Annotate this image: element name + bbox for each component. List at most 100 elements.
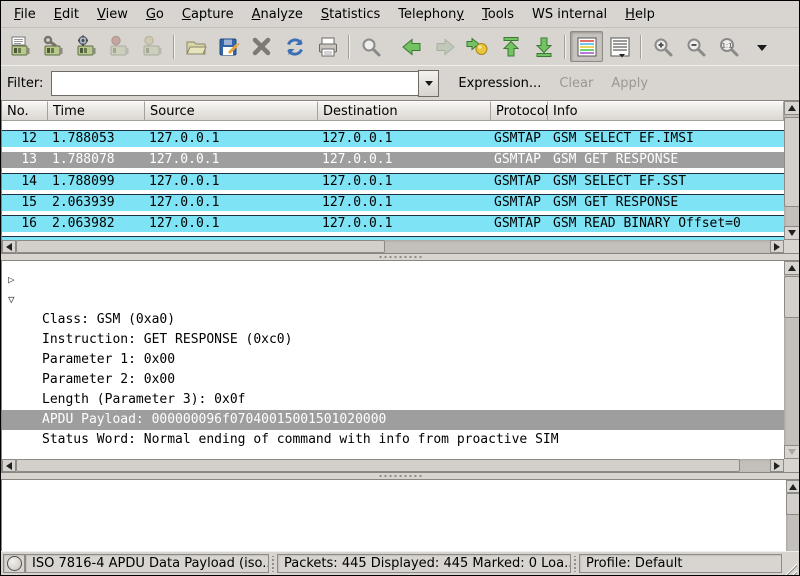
list-interfaces-icon[interactable]: [4, 31, 37, 62]
hex-row-0020[interactable]: 002000 01 cc 46 12 79 00 2e fe 41 02 04 …: [8, 515, 786, 531]
menu-capture[interactable]: Capture: [173, 3, 243, 26]
find-packet-icon[interactable]: [354, 31, 387, 62]
hex-vertical-scrollbar[interactable]: [786, 480, 800, 552]
detail-row-gsm-sim[interactable]: ▽ GSM SIM 11.11: [2, 290, 784, 310]
menu-ws-internal[interactable]: WS internal: [523, 3, 616, 26]
packet-list-pane: No. Time Source Destination Protocol Inf…: [1, 100, 800, 254]
packet-row-13-selected[interactable]: 13 1.788078 127.0.0.1 127.0.0.1 GSMTAP G…: [2, 149, 784, 171]
column-header-destination[interactable]: Destination: [318, 101, 491, 121]
reload-icon[interactable]: [278, 31, 311, 62]
status-packet-counts: Packets: 445 Displayed: 445 Marked: 0 Lo…: [277, 554, 571, 573]
scroll-left-button[interactable]: [2, 240, 16, 253]
scrollbar-thumb[interactable]: [786, 493, 800, 515]
scrollbar-corner: [784, 240, 800, 253]
status-profile[interactable]: Profile: Default: [579, 554, 782, 573]
scrollbar-thumb[interactable]: [16, 459, 740, 472]
detail-row-length[interactable]: Length (Parameter 3): 0x0f: [2, 390, 784, 410]
column-header-no[interactable]: No.: [2, 101, 48, 121]
menu-view[interactable]: View: [88, 3, 137, 26]
capture-start-icon[interactable]: [70, 31, 103, 62]
detail-row-udp[interactable]: ▷ User Datagram Protocol, Src Port: 5229…: [2, 270, 784, 290]
toolbar-separator: [173, 35, 175, 59]
scroll-down-button[interactable]: [784, 445, 800, 459]
detail-row-status-word[interactable]: Status Word: Normal ending of command wi…: [2, 430, 784, 450]
column-header-info[interactable]: Info: [548, 101, 784, 121]
hex-row-0030[interactable]: 003000 00 00 00 00 00 00 00 00 00 a0 c0 …: [8, 531, 786, 547]
packet-list-vertical-scrollbar[interactable]: [784, 101, 800, 240]
menu-edit[interactable]: Edit: [45, 3, 88, 26]
packet-row-15[interactable]: 15 2.063939 127.0.0.1 127.0.0.1 GSMTAP G…: [2, 192, 784, 213]
menu-analyze[interactable]: Analyze: [243, 3, 312, 26]
detail-row-parameter2[interactable]: Parameter 2: 0x00: [2, 370, 784, 390]
apply-button[interactable]: Apply: [602, 71, 657, 96]
detail-row-class[interactable]: Class: GSM (0xa0): [2, 310, 784, 330]
column-header-time[interactable]: Time: [48, 101, 145, 121]
statusbar-grip-icon[interactable]: [270, 556, 276, 572]
expression-button[interactable]: Expression...: [449, 71, 550, 96]
colorize-packets-icon[interactable]: [570, 31, 603, 62]
zoom-out-icon[interactable]: [679, 31, 712, 62]
go-back-icon[interactable]: [395, 31, 428, 62]
window-resize-grip-icon[interactable]: [782, 560, 797, 575]
go-forward-icon[interactable]: [428, 31, 461, 62]
clear-button[interactable]: Clear: [550, 71, 602, 96]
hex-row-0000[interactable]: 000000 00 00 00 00 00 00 00 00 00 00 00 …: [8, 483, 786, 499]
go-to-top-icon[interactable]: [494, 31, 527, 62]
filter-input[interactable]: [51, 71, 418, 96]
scrollbar-thumb[interactable]: [16, 240, 385, 253]
detail-row-apdu-payload-selected[interactable]: APDU Payload: 000000096f0704001500150102…: [2, 410, 784, 430]
menu-tools[interactable]: Tools: [473, 3, 523, 26]
status-bar: ISO 7816-4 APDU Data Payload (iso... Pac…: [1, 551, 799, 575]
close-file-icon[interactable]: [245, 31, 278, 62]
menu-go[interactable]: Go: [137, 3, 173, 26]
scrollbar-thumb[interactable]: [784, 117, 800, 207]
zoom-normal-icon[interactable]: 1:1: [712, 31, 745, 62]
column-header-protocol[interactable]: Protocol: [491, 101, 548, 121]
expert-info-button[interactable]: [3, 554, 25, 573]
zoom-in-icon[interactable]: [646, 31, 679, 62]
menu-file[interactable]: File: [5, 3, 45, 26]
scrollbar-thumb[interactable]: [784, 276, 800, 318]
filter-dropdown-button[interactable]: [418, 70, 439, 97]
column-header-source[interactable]: Source: [145, 101, 318, 121]
scroll-down-button[interactable]: [784, 226, 800, 240]
detail-row-instruction[interactable]: Instruction: GET RESPONSE (0xc0): [2, 330, 784, 350]
packet-row-14[interactable]: 14 1.788099 127.0.0.1 127.0.0.1 GSMTAP G…: [2, 171, 784, 192]
packet-row-16[interactable]: 16 2.063982 127.0.0.1 127.0.0.1 GSMTAP G…: [2, 213, 784, 234]
filter-label: Filter:: [7, 76, 43, 91]
toolbar-overflow-icon[interactable]: [745, 31, 778, 62]
print-icon[interactable]: [311, 31, 344, 62]
menu-help[interactable]: Help: [616, 3, 664, 26]
expander-expanded-icon[interactable]: ▽: [8, 290, 22, 310]
scroll-right-button[interactable]: [770, 459, 784, 472]
auto-scroll-icon[interactable]: [603, 31, 636, 62]
scroll-up-button[interactable]: [784, 101, 800, 115]
open-file-icon[interactable]: [179, 31, 212, 62]
scroll-up-button[interactable]: [786, 480, 800, 493]
save-file-icon[interactable]: [212, 31, 245, 62]
menu-telephony[interactable]: Telephony: [389, 3, 473, 26]
scroll-right-button[interactable]: [770, 240, 784, 253]
capture-options-icon[interactable]: [37, 31, 70, 62]
details-horizontal-scrollbar[interactable]: [2, 459, 784, 472]
capture-stop-icon[interactable]: [103, 31, 136, 62]
menu-bar: File Edit View Go Capture Analyze Statis…: [1, 1, 799, 28]
scroll-up-button[interactable]: [784, 261, 800, 275]
capture-restart-icon[interactable]: [136, 31, 169, 62]
toolbar-separator: [348, 35, 350, 59]
expander-collapsed-icon[interactable]: ▷: [8, 270, 22, 290]
packet-list-horizontal-scrollbar[interactable]: [2, 240, 784, 253]
details-vertical-scrollbar[interactable]: [784, 261, 800, 459]
packet-row-12[interactable]: 12 1.788053 127.0.0.1 127.0.0.1 GSMTAP G…: [2, 128, 784, 149]
hex-row-0010[interactable]: 001000 42 2b 19 40 00 40 11 11 90 7f 00 …: [8, 499, 786, 515]
statusbar-grip-icon[interactable]: [572, 556, 578, 572]
scroll-left-button[interactable]: [2, 459, 16, 472]
detail-row-parameter1[interactable]: Parameter 1: 0x00: [2, 350, 784, 370]
menu-statistics[interactable]: Statistics: [312, 3, 389, 26]
toolbar-separator: [564, 35, 566, 59]
go-to-packet-icon[interactable]: [461, 31, 494, 62]
detail-row-ip[interactable]: Internet Protocol, Src: 127.0.0.1 (127.0…: [2, 261, 784, 270]
packet-list-body: 11 1.787851 127.0.0.1 127.0.0.1 GSMTAP G…: [2, 121, 784, 244]
packet-row-11[interactable]: 11 1.787851 127.0.0.1 127.0.0.1 GSMTAP G…: [2, 121, 784, 128]
go-to-bottom-icon[interactable]: [527, 31, 560, 62]
